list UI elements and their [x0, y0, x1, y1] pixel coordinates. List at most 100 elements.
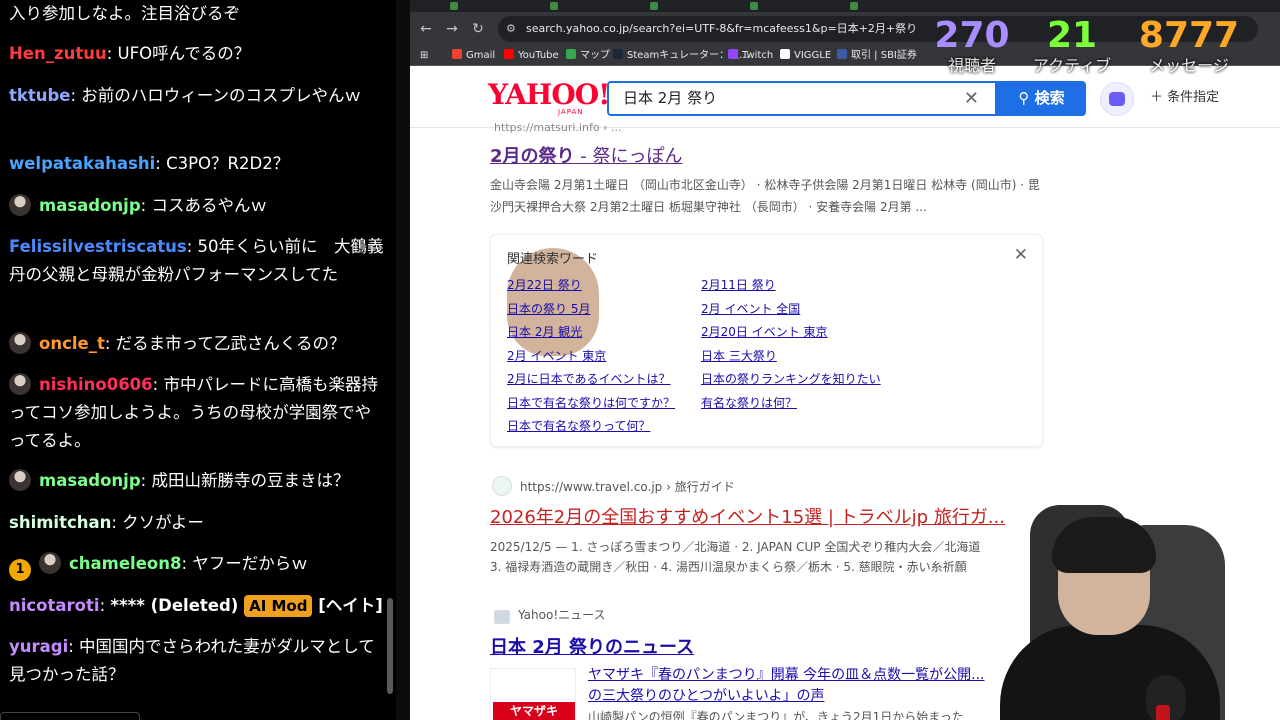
chat-username[interactable]: welpatakahashi	[9, 154, 155, 173]
bookmark-gmail[interactable]: Gmail	[452, 46, 495, 66]
back-arrow-icon[interactable]: ←	[416, 19, 436, 39]
chat-message-text: : 成田山新勝寺の豆まきは？	[140, 471, 350, 490]
active-count-label: アクティブ	[1032, 56, 1112, 75]
avatar	[9, 373, 31, 395]
chat-username[interactable]: oncle_t	[39, 334, 105, 353]
chat-message: nishino0606: 市中パレードに高橋も楽器持ってコソ参加しようよ。うちの…	[9, 371, 384, 455]
yahoo-logo-sub: JAPAN	[558, 108, 584, 116]
chat-message-text: : C3PO？R2D2？	[155, 154, 290, 173]
viewer-count-label: 視聴者	[947, 56, 996, 75]
chat-scrollbar[interactable]	[387, 598, 393, 694]
related-link[interactable]: 2月 イベント 東京	[507, 347, 606, 364]
related-link[interactable]: 日本 2月 観光	[507, 323, 582, 340]
bookmark-label: Twitch	[742, 50, 774, 61]
chat-username[interactable]: Felissilvestriscatus	[9, 237, 187, 256]
forward-arrow-icon[interactable]: →	[442, 19, 462, 39]
related-link[interactable]: 2月22日 祭り	[507, 276, 582, 293]
chat-message: 1 chameleon8: ヤフーだからｗ	[9, 550, 384, 581]
youtube-icon	[504, 49, 514, 59]
chat-username[interactable]: chameleon8	[69, 554, 181, 573]
steam-icon	[613, 49, 623, 59]
result-source: Yahoo!ニュース	[494, 607, 606, 624]
panel-divider	[396, 0, 410, 720]
bookmark-youtube[interactable]: YouTube	[504, 46, 559, 66]
conditions-link[interactable]: ＋ 条件指定	[1150, 88, 1219, 108]
result-title-rest: - 祭にっぽん	[574, 146, 683, 167]
related-link[interactable]: 日本の祭りランキングを知りたい	[701, 370, 881, 387]
news-article-link[interactable]: ヤマザキ『春のパンまつり』開幕 今年の皿＆点数一覧が公開...	[588, 665, 985, 685]
chat-username[interactable]: yuragi	[9, 637, 68, 656]
chat-username[interactable]: tktube	[9, 86, 71, 105]
avatar	[39, 552, 61, 574]
reload-icon[interactable]: ↻	[468, 19, 488, 39]
chat-message: tktube: お前のハロウィーンのコスプレやんｗ	[9, 82, 384, 110]
related-searches-box: 関連検索ワード ✕ 2月22日 祭り 日本の祭り 5月 日本 2月 観光 2月 …	[490, 234, 1043, 447]
avatar	[9, 332, 31, 354]
chat-message-text: 入り参加しなよ。注目浴びるぞ	[9, 4, 240, 23]
chat-message-text: : お前のハロウィーンのコスプレやんｗ	[70, 86, 361, 105]
search-icon: ⚲	[1018, 89, 1035, 107]
news-thumbnail[interactable]: ヤマザキ	[490, 668, 576, 720]
chat-username[interactable]: masadonjp	[39, 196, 141, 215]
news-icon	[494, 610, 510, 624]
assistant-bot-icon[interactable]	[1100, 82, 1134, 116]
chat-username[interactable]: nicotaroti	[9, 596, 100, 615]
related-link[interactable]: 2月に日本であるイベントは？	[507, 370, 671, 387]
chat-message: yuragi: 中国国内でさらわれた妻がダルマとして見つかった話？	[9, 633, 384, 689]
twitch-icon	[728, 49, 738, 59]
search-button[interactable]: ⚲ 検索	[997, 81, 1086, 116]
related-link[interactable]: 2月11日 祭り	[701, 276, 776, 293]
bookmark-sbi[interactable]: 取引 | SBI証券	[837, 46, 917, 66]
apps-grid-icon[interactable]: ⊞	[420, 46, 428, 66]
bookmark-twitch[interactable]: Twitch	[728, 46, 773, 66]
result-source: https://www.travel.co.jp › 旅行ガイド	[492, 476, 735, 496]
chat-message-text: : だるま市って乙武さんくるの？	[104, 334, 346, 353]
tab-favicon[interactable]	[750, 2, 758, 10]
chat-panel: 入り参加しなよ。注目浴びるぞ Hen_zutuu: UFO呼んでるの？ tktu…	[0, 0, 396, 720]
chat-message-text: :	[99, 596, 111, 615]
chat-username[interactable]: Hen_zutuu	[9, 44, 107, 63]
bookmark-label: 取引 | SBI証券	[851, 50, 917, 61]
chat-message-text: : クソがよー	[111, 513, 204, 532]
result-title-link[interactable]: 2026年2月の全国おすすめイベント15選 | トラベルjp 旅行ガ...	[490, 506, 1035, 530]
ai-mod-badge: AI Mod	[244, 595, 313, 617]
address-url[interactable]: search.yahoo.co.jp/search?ei=UTF-8&fr=mc…	[526, 16, 917, 42]
result-snippet: 2025/12/5 — 1. さっぽろ雪まつり／北海道 · 2. JAPAN C…	[490, 540, 981, 554]
maps-icon	[566, 49, 576, 59]
sub-badge: 1	[9, 559, 31, 581]
news-heading-link[interactable]: 日本 2月 祭りのニュース	[490, 636, 694, 660]
chat-username[interactable]: shimitchan	[9, 513, 111, 532]
site-info-icon[interactable]: ⚙	[506, 22, 520, 36]
tab-favicon[interactable]	[450, 2, 458, 10]
tab-favicon[interactable]	[550, 2, 558, 10]
bookmark-label: VIGGLE	[794, 50, 832, 61]
conditions-label: 条件指定	[1167, 90, 1220, 105]
related-link[interactable]: 2月20日 イベント 東京	[701, 323, 828, 340]
news-article-link[interactable]: の三大祭りのひとつがいよいよ」の声	[588, 686, 824, 706]
result-title-link[interactable]: 2月の祭り - 祭にっぽん	[490, 145, 682, 169]
chat-message: shimitchan: クソがよー	[9, 509, 384, 537]
related-link[interactable]: 日本で有名な祭りは何ですか？	[507, 394, 675, 411]
chat-username[interactable]: masadonjp	[39, 471, 141, 490]
close-icon[interactable]: ✕	[1014, 245, 1028, 265]
chat-message-text: : コスあるやんｗ	[140, 196, 267, 215]
search-input[interactable]: 日本 2月 祭り ✕	[607, 81, 997, 116]
chat-input-edge[interactable]	[0, 712, 140, 720]
related-link[interactable]: 2月 イベント 全国	[701, 300, 800, 317]
clear-icon[interactable]: ✕	[964, 83, 979, 114]
yahoo-logo[interactable]: YAHOO!	[488, 80, 610, 110]
sbi-icon	[837, 49, 847, 59]
tab-strip	[410, 0, 1280, 12]
bookmark-maps[interactable]: マップ	[566, 46, 610, 66]
search-query[interactable]: 日本 2月 祭り	[623, 83, 717, 114]
related-link[interactable]: 有名な祭りは何？	[701, 394, 797, 411]
related-link[interactable]: 日本の祭り 5月	[507, 300, 590, 317]
related-link[interactable]: 日本で有名な祭りって何？	[507, 417, 650, 434]
bookmark-viggle[interactable]: VIGGLE	[780, 46, 831, 66]
chat-username[interactable]: nishino0606	[39, 375, 153, 394]
tab-favicon[interactable]	[850, 2, 858, 10]
chat-message-text: : ヤフーだからｗ	[181, 554, 308, 573]
result-title-bold: 2月の祭り	[490, 146, 575, 167]
tab-favicon[interactable]	[650, 2, 658, 10]
related-link[interactable]: 日本 三大祭り	[701, 347, 777, 364]
